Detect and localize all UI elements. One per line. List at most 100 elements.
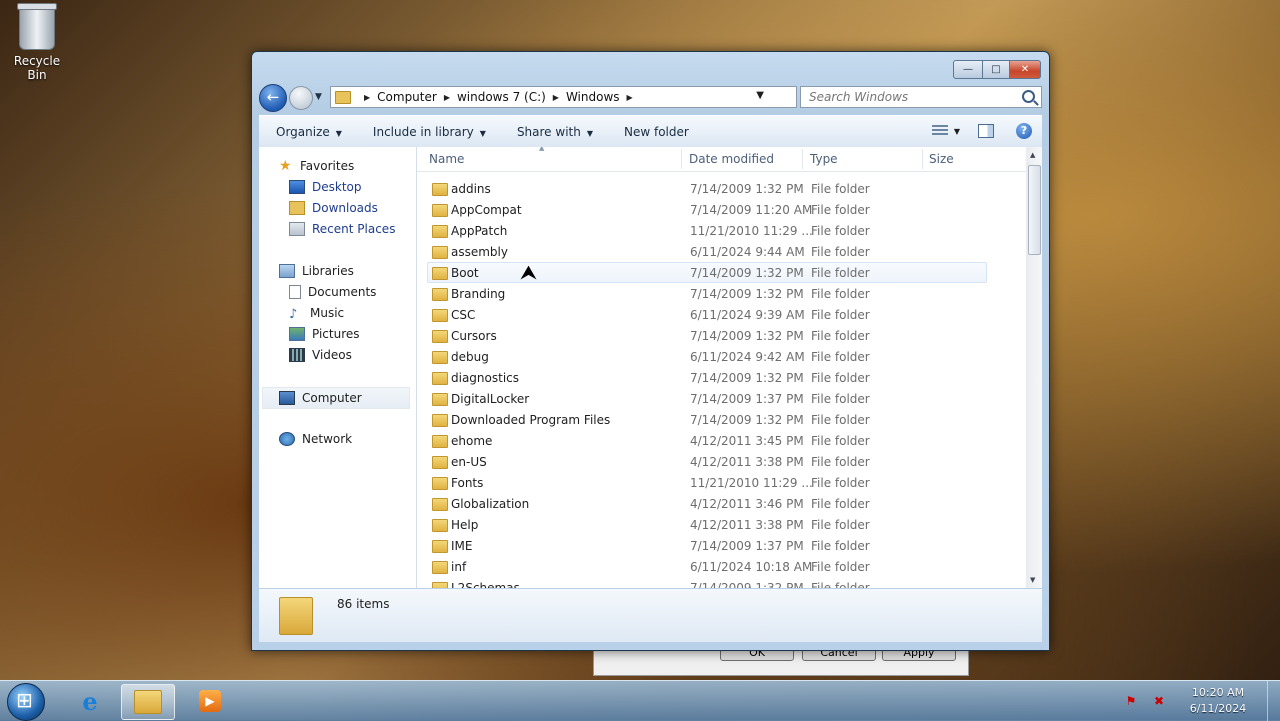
nav-desktop[interactable]: Desktop: [289, 177, 362, 197]
table-row[interactable]: Fonts 11/21/2010 11:29 ... File folder: [427, 472, 987, 493]
taskbar-internet-explorer[interactable]: e: [64, 684, 116, 718]
clock[interactable]: 10:20 AM 6/11/2024: [1179, 685, 1257, 717]
table-row[interactable]: Help 4/12/2011 3:38 PM File folder: [427, 514, 987, 535]
file-date-modified: 7/14/2009 1:32 PM: [690, 182, 804, 196]
column-header-date-modified[interactable]: Date modified: [689, 152, 774, 166]
file-name: ehome: [451, 434, 493, 448]
breadcrumb-drive[interactable]: windows 7 (C:): [457, 90, 546, 104]
file-date-modified: 4/12/2011 3:46 PM: [690, 497, 804, 511]
table-row[interactable]: Downloaded Program Files 7/14/2009 1:32 P…: [427, 409, 987, 430]
file-date-modified: 4/12/2011 3:38 PM: [690, 518, 804, 532]
file-type: File folder: [811, 329, 870, 343]
table-row[interactable]: DigitalLocker 7/14/2009 1:37 PM File folde…: [427, 388, 987, 409]
organize-menu[interactable]: Organize ▼: [259, 125, 342, 139]
nav-documents[interactable]: Documents: [289, 282, 376, 302]
column-divider[interactable]: [922, 149, 923, 169]
folder-icon: [432, 246, 448, 259]
nav-pictures[interactable]: Pictures: [289, 324, 360, 344]
file-date-modified: 7/14/2009 1:32 PM: [690, 413, 804, 427]
change-view-icon[interactable]: [931, 125, 948, 137]
table-row[interactable]: Branding 7/14/2009 1:32 PM File folder: [427, 283, 987, 304]
chevron-down-icon: ▼: [335, 128, 342, 138]
table-row[interactable]: Globalization 4/12/2011 3:46 PM File folde…: [427, 493, 987, 514]
column-header-name[interactable]: Name: [429, 152, 464, 166]
table-row[interactable]: addins 7/14/2009 1:32 PM File folder: [427, 178, 987, 199]
column-divider[interactable]: [681, 149, 682, 169]
breadcrumb-separator-icon[interactable]: ▶: [444, 93, 450, 102]
nav-computer[interactable]: Computer: [262, 387, 410, 409]
help-icon[interactable]: ?: [1016, 123, 1032, 139]
nav-videos-label: Videos: [312, 348, 352, 362]
navigation-row: ← ▼ ▶ Computer ▶ windows 7 (C:) ▶ Window…: [259, 83, 1042, 112]
recent-pages-dropdown-icon[interactable]: ▼: [315, 92, 322, 102]
vertical-scrollbar[interactable]: ▲ ▼: [1026, 147, 1042, 588]
file-name: inf: [451, 560, 467, 574]
back-button[interactable]: ←: [259, 84, 287, 112]
nav-downloads[interactable]: Downloads: [289, 198, 378, 218]
maximize-button[interactable]: □: [983, 60, 1010, 79]
nav-network[interactable]: Network: [279, 429, 352, 449]
file-type: File folder: [811, 266, 870, 280]
nav-videos[interactable]: Videos: [289, 345, 352, 365]
breadcrumb-separator-icon[interactable]: ▶: [553, 93, 559, 102]
table-row[interactable]: IME 7/14/2009 1:37 PM File folder: [427, 535, 987, 556]
nav-libraries[interactable]: Libraries: [279, 261, 354, 281]
table-row[interactable]: en-US 4/12/2011 3:38 PM File folder: [427, 451, 987, 472]
file-type: File folder: [811, 371, 870, 385]
include-in-library-menu[interactable]: Include in library ▼: [356, 125, 486, 139]
table-row[interactable]: Cursors 7/14/2009 1:32 PM File folder: [427, 325, 987, 346]
close-button[interactable]: ✕: [1010, 60, 1041, 79]
table-row[interactable]: CSC 6/11/2024 9:39 AM File folder: [427, 304, 987, 325]
action-center-icon[interactable]: ⚑: [1123, 694, 1139, 708]
file-date-modified: 6/11/2024 9:42 AM: [690, 350, 805, 364]
file-type: File folder: [811, 497, 870, 511]
table-row[interactable]: Boot 7/14/2009 1:32 PM File folder: [427, 262, 987, 283]
search-icon[interactable]: [1022, 90, 1035, 103]
file-type: File folder: [811, 245, 870, 259]
file-date-modified: 7/14/2009 11:20 AM: [690, 203, 813, 217]
nav-music[interactable]: ♪ Music: [289, 303, 344, 323]
column-header-size[interactable]: Size: [929, 152, 954, 166]
start-button[interactable]: [7, 683, 45, 721]
volume-muted-icon[interactable]: ✖: [1151, 694, 1167, 708]
recycle-bin-shortcut[interactable]: Recycle Bin: [6, 3, 68, 82]
new-folder-button[interactable]: New folder: [607, 125, 689, 139]
nav-documents-label: Documents: [308, 285, 377, 299]
scroll-down-icon[interactable]: ▼: [1030, 576, 1035, 584]
nav-recent-places-label: Recent Places: [312, 222, 396, 236]
table-row[interactable]: AppPatch 11/21/2010 11:29 ... File folder: [427, 220, 987, 241]
breadcrumb-windows[interactable]: Windows: [566, 90, 620, 104]
share-with-menu[interactable]: Share with ▼: [500, 125, 593, 139]
breadcrumb-separator-icon[interactable]: ▶: [364, 93, 370, 102]
preview-pane-icon[interactable]: [978, 124, 994, 138]
table-row[interactable]: ehome 4/12/2011 3:45 PM File folder: [427, 430, 987, 451]
breadcrumb-separator-icon[interactable]: ▶: [627, 93, 633, 102]
column-divider[interactable]: [802, 149, 803, 169]
table-row[interactable]: diagnostics 7/14/2009 1:32 PM File folder: [427, 367, 987, 388]
table-row[interactable]: assembly 6/11/2024 9:44 AM File folder: [427, 241, 987, 262]
nav-recent-places[interactable]: Recent Places: [289, 219, 395, 239]
nav-favorites[interactable]: ★ Favorites: [279, 156, 354, 176]
search-input[interactable]: [807, 89, 1011, 105]
column-header-type[interactable]: Type: [810, 152, 838, 166]
taskbar-media-player[interactable]: ▶: [184, 684, 236, 718]
address-dropdown-icon[interactable]: ▼: [756, 90, 764, 101]
table-row[interactable]: AppCompat 7/14/2009 11:20 AM File folder: [427, 199, 987, 220]
show-desktop-button[interactable]: [1267, 681, 1280, 721]
breadcrumb-computer[interactable]: Computer: [377, 90, 437, 104]
address-bar[interactable]: ▶ Computer ▶ windows 7 (C:) ▶ Windows ▶ …: [330, 86, 797, 108]
view-dropdown-icon[interactable]: ▼: [954, 127, 960, 136]
scroll-up-icon[interactable]: ▲: [1030, 151, 1035, 159]
search-box[interactable]: [800, 86, 1042, 108]
minimize-button[interactable]: —: [953, 60, 983, 79]
file-date-modified: 7/14/2009 1:32 PM: [690, 581, 804, 588]
taskbar-windows-explorer[interactable]: [121, 684, 175, 720]
table-row[interactable]: debug 6/11/2024 9:42 AM File folder: [427, 346, 987, 367]
file-type: File folder: [811, 539, 870, 553]
scrollbar-thumb[interactable]: [1028, 165, 1041, 255]
file-name: AppPatch: [451, 224, 508, 238]
forward-button[interactable]: [289, 86, 313, 110]
table-row[interactable]: inf 6/11/2024 10:18 AM File folder: [427, 556, 987, 577]
file-type: File folder: [811, 455, 870, 469]
table-row[interactable]: L2Schemas 7/14/2009 1:32 PM File folder: [427, 577, 987, 588]
